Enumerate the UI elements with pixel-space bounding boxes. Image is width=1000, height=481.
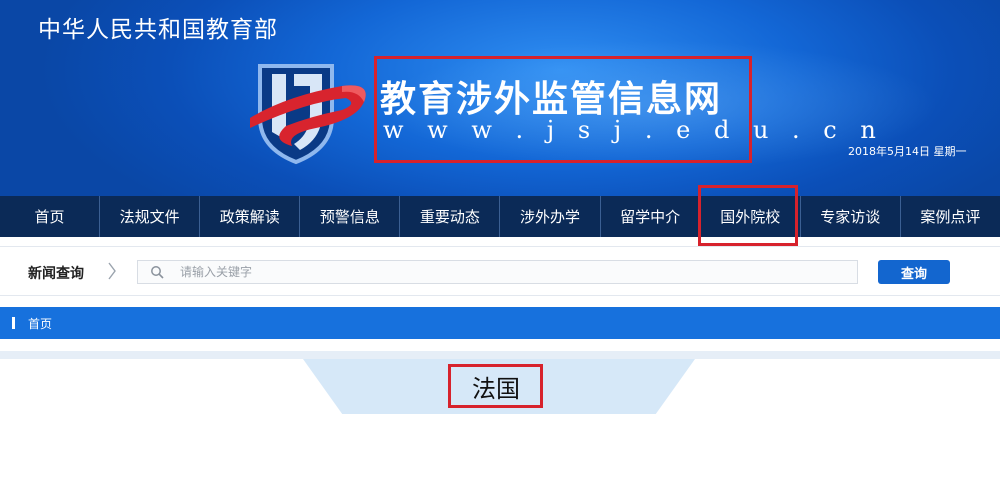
current-date: 2018年5月14日 星期一 (848, 145, 967, 158)
nav-highlight-box (698, 185, 798, 246)
breadcrumb-marker (12, 317, 15, 329)
nav-item-news[interactable]: 重要动态 (400, 196, 501, 237)
nav-item-study-agents[interactable]: 留学中介 (601, 196, 701, 237)
nav-item-regulations[interactable]: 法规文件 (100, 196, 201, 237)
chevron-right-icon (108, 262, 116, 280)
nav-item-interviews[interactable]: 专家访谈 (801, 196, 901, 237)
breadcrumb-home-link[interactable]: 首页 (28, 315, 52, 332)
nav-item-joint-schools[interactable]: 涉外办学 (500, 196, 601, 237)
news-search-bar: 新闻查询 查询 (0, 246, 1000, 296)
search-input[interactable] (180, 263, 840, 281)
site-header-banner: 中华人民共和国教育部 教育涉外监管信息网 w w w . j s j . e d… (0, 0, 1000, 196)
nav-item-home[interactable]: 首页 (0, 196, 101, 237)
country-highlight-box (448, 364, 543, 408)
nav-item-policy[interactable]: 政策解读 (200, 196, 301, 237)
title-highlight-box (374, 56, 752, 163)
search-button[interactable]: 查询 (878, 260, 950, 284)
search-box (137, 260, 858, 284)
search-label: 新闻查询 (28, 266, 84, 282)
search-icon (151, 266, 164, 279)
nav-item-cases[interactable]: 案例点评 (901, 196, 1000, 237)
main-nav: 首页 法规文件 政策解读 预警信息 重要动态 涉外办学 留学中介 国外院校 专家… (0, 196, 1000, 237)
breadcrumb: 首页 (0, 307, 1000, 339)
content-top-strip (0, 351, 1000, 359)
ministry-name[interactable]: 中华人民共和国教育部 (38, 10, 278, 44)
jsj-shield-logo-icon[interactable] (246, 56, 376, 168)
nav-item-alerts[interactable]: 预警信息 (300, 196, 401, 237)
